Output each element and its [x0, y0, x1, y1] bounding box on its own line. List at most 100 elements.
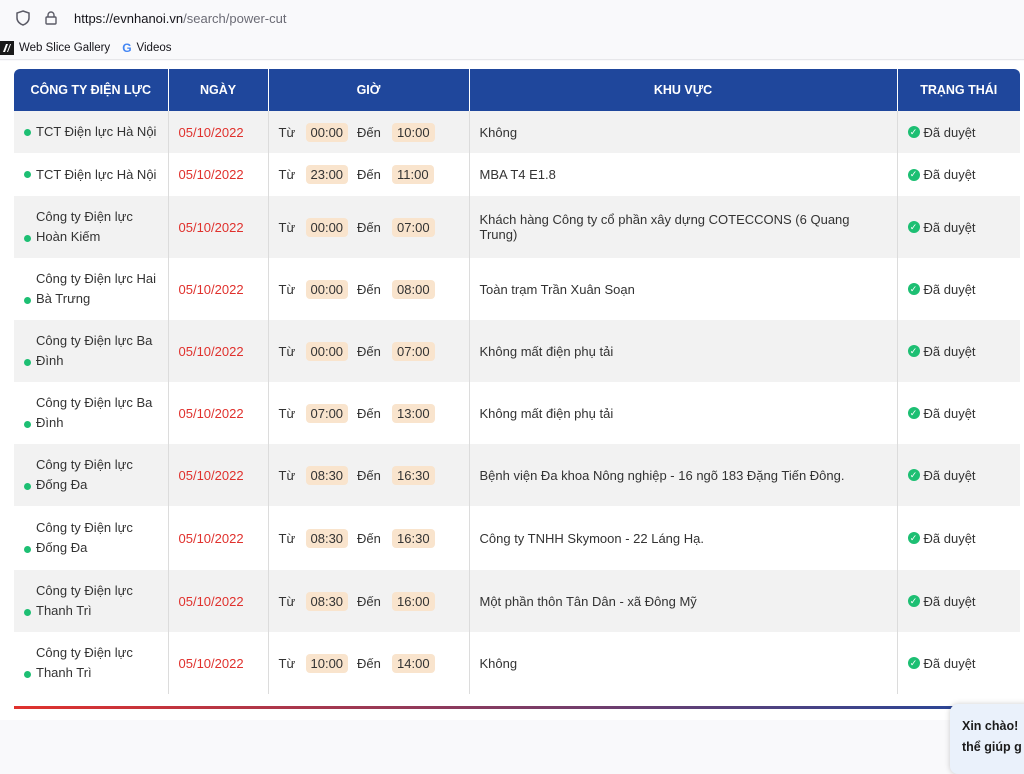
status-dot-icon	[24, 671, 31, 678]
url-text[interactable]: https://evnhanoi.vn/search/power-cut	[74, 11, 286, 26]
header-area: KHU VỰC	[469, 69, 898, 111]
cell-date: 05/10/2022	[168, 444, 269, 506]
to-time-chip: 08:00	[392, 279, 435, 299]
cell-company: Công ty Điện lực Đống Đa	[14, 444, 169, 506]
header-time: GIỜ	[268, 69, 470, 111]
cell-area: Không mất điện phụ tải	[469, 382, 898, 444]
company-label: Công ty Điện lực Thanh Trì	[36, 583, 133, 618]
to-label: Đến	[357, 167, 381, 182]
status-label: Đã duyệt	[923, 343, 976, 359]
url-host: https://evnhanoi.vn	[74, 10, 184, 26]
cell-time: Từ 00:00 Đến 07:00	[268, 320, 470, 382]
time-range: Từ 00:00 Đến 07:00	[278, 341, 459, 361]
to-time-chip: 14:00	[392, 653, 435, 673]
check-circle-icon: ✓	[907, 283, 920, 295]
cell-time: Từ 23:00 Đến 11:00	[268, 153, 470, 196]
bookmark-label: Videos	[136, 41, 172, 54]
company-name: TCT Điện lực Hà Nội	[24, 165, 158, 185]
cell-time: Từ 08:30 Đến 16:30	[268, 444, 470, 506]
to-time-chip: 16:30	[392, 465, 435, 485]
company-name: Công ty Điện lực Hoàn Kiếm	[24, 207, 158, 247]
chat-widget[interactable]: Xin chào! thể giúp g	[950, 704, 1024, 774]
time-range: Từ 10:00 Đến 14:00	[278, 653, 459, 673]
from-label: Từ	[278, 655, 296, 671]
company-label: Công ty Điện lực Ba Đình	[36, 333, 153, 368]
cell-date: 05/10/2022	[168, 570, 269, 632]
header-company: CÔNG TY ĐIỆN LỰC	[14, 69, 169, 111]
cell-company: TCT Điện lực Hà Nội	[14, 111, 169, 153]
bookmark-videos[interactable]: G Videos	[122, 41, 171, 55]
table-header-row: CÔNG TY ĐIỆN LỰC NGÀY GIỜ KHU VỰC TRẠNG …	[14, 69, 1020, 111]
from-label: Từ	[278, 530, 296, 546]
check-circle-icon: ✓	[907, 595, 920, 607]
cell-area: Toàn trạm Trần Xuân Soạn	[469, 258, 898, 320]
from-time-chip: 00:00	[305, 341, 349, 361]
to-label: Đến	[357, 124, 381, 140]
cell-company: TCT Điện lực Hà Nội	[14, 153, 169, 196]
bookmark-web-slice-gallery[interactable]: Web Slice Gallery	[0, 40, 111, 55]
cell-status: ✓ Đã duyệt	[897, 632, 1020, 694]
cell-status: ✓ Đã duyệt	[897, 258, 1020, 320]
cell-area: Khách hàng Công ty cổ phần xây dựng COTE…	[469, 196, 898, 258]
to-time-chip: 13:00	[392, 403, 435, 423]
to-label: Đến	[357, 405, 381, 421]
lock-icon[interactable]	[42, 9, 60, 27]
company-label: TCT Điện lực Hà Nội	[36, 166, 157, 182]
to-time-chip: 16:30	[392, 528, 435, 548]
time-range: Từ 00:00 Đến 08:00	[279, 279, 459, 299]
to-label: Đến	[357, 593, 381, 609]
cell-date: 05/10/2022	[168, 382, 269, 444]
page-content: CÔNG TY ĐIỆN LỰC NGÀY GIỜ KHU VỰC TRẠNG …	[0, 61, 1024, 774]
to-label: Đến	[357, 530, 381, 546]
company-label: Công ty Điện lực Hai Bà Trưng	[36, 271, 156, 306]
cell-date: 05/10/2022	[168, 258, 269, 320]
company-label: Công ty Điện lực Đống Đa	[36, 457, 133, 492]
cell-time: Từ 08:30 Đến 16:00	[268, 570, 470, 632]
from-label: Từ	[278, 593, 296, 609]
chat-greeting: Xin chào!	[962, 719, 1019, 733]
from-time-chip: 08:30	[305, 465, 349, 485]
cell-status: ✓ Đã duyệt	[897, 196, 1020, 258]
table-row: Công ty Điện lực Ba Đình 05/10/2022 Từ 0…	[14, 382, 1020, 444]
cell-area: Không mất điện phụ tải	[469, 320, 898, 382]
from-label: Từ	[278, 124, 296, 140]
company-label: TCT Điện lực Hà Nội	[36, 124, 157, 139]
status-label: Đã duyệt	[923, 655, 976, 671]
cell-status: ✓ Đã duyệt	[897, 320, 1020, 382]
cell-area: Không	[469, 111, 898, 153]
cell-status: ✓ Đã duyệt	[897, 570, 1020, 632]
company-name: Công ty Điện lực Thanh Trì	[24, 581, 158, 621]
cell-area: Công ty TNHH Skymoon - 22 Láng Hạ.	[469, 506, 898, 570]
from-label: Từ	[278, 167, 296, 182]
to-label: Đến	[357, 343, 381, 359]
chat-help-text: thể giúp g	[962, 740, 1022, 754]
cell-company: Công ty Điện lực Hai Bà Trưng	[14, 258, 169, 320]
header-status: TRẠNG THÁI	[897, 69, 1020, 111]
time-range: Từ 23:00 Đến 11:00	[279, 165, 459, 184]
status-badge: ✓ Đã duyệt	[907, 220, 1011, 235]
shield-icon[interactable]	[14, 9, 32, 27]
company-name: Công ty Điện lực Thanh Trì	[24, 643, 158, 683]
check-circle-icon: ✓	[907, 532, 920, 544]
cell-time: Từ 07:00 Đến 13:00	[268, 382, 470, 444]
status-label: Đã duyệt	[923, 281, 976, 297]
cell-company: Công ty Điện lực Đống Đa	[14, 506, 169, 570]
from-time-chip: 00:00	[305, 122, 349, 142]
cell-time: Từ 00:00 Đến 07:00	[268, 196, 470, 258]
status-badge: ✓ Đã duyệt	[907, 281, 1011, 297]
status-dot-icon	[24, 297, 31, 304]
bookmark-label: Web Slice Gallery	[19, 41, 111, 54]
time-range: Từ 00:00 Đến 10:00	[278, 122, 459, 142]
company-name: Công ty Điện lực Đống Đa	[24, 455, 158, 495]
time-range: Từ 07:00 Đến 13:00	[279, 403, 459, 423]
from-label: Từ	[278, 343, 296, 359]
cell-area: MBA T4 E1.8	[469, 153, 898, 196]
power-cut-table: CÔNG TY ĐIỆN LỰC NGÀY GIỜ KHU VỰC TRẠNG …	[14, 69, 1020, 694]
cell-date: 05/10/2022	[168, 506, 269, 570]
google-icon: G	[122, 40, 132, 55]
cell-status: ✓ Đã duyệt	[897, 382, 1020, 444]
table-row: Công ty Điện lực Hoàn Kiếm 05/10/2022 Từ…	[14, 196, 1020, 258]
cell-status: ✓ Đã duyệt	[897, 506, 1020, 570]
cell-area: Không	[469, 632, 898, 694]
from-time-chip: 07:00	[305, 403, 349, 423]
